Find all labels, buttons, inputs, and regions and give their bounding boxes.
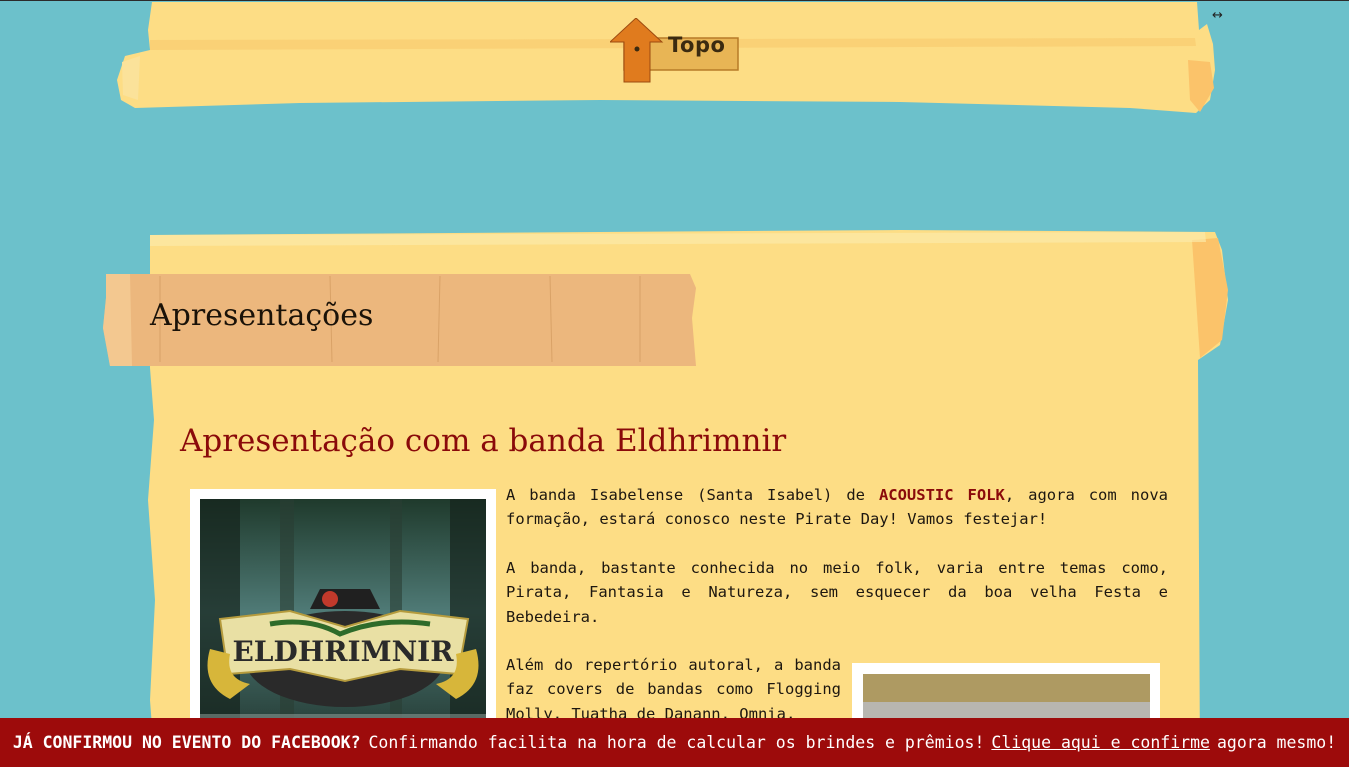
post-title[interactable]: Apresentação com a banda Eldhrimnir bbox=[180, 423, 786, 459]
notice-text: Confirmando facilita na hora de calcular… bbox=[368, 733, 985, 752]
poster-band-logo-text: ELDHRIMNIR bbox=[232, 635, 454, 668]
topo-label[interactable]: Topo bbox=[668, 33, 725, 57]
confirm-link[interactable]: Clique aqui e confirme bbox=[991, 733, 1210, 752]
paragraph-intro: A banda Isabelense (Santa Isabel) de ACO… bbox=[506, 486, 1168, 529]
band-poster-image[interactable]: ELDHRIMNIR bbox=[200, 499, 486, 749]
expand-arrows-icon[interactable]: ↔ bbox=[1212, 8, 1223, 23]
paragraph-repertoire: Além do repertório autoral, a banda faz … bbox=[506, 656, 841, 723]
paragraph-themes: A banda, bastante conhecida no meio folk… bbox=[506, 559, 1168, 626]
facebook-notice-bar: JÁ CONFIRMOU NO EVENTO DO FACEBOOK? Conf… bbox=[0, 718, 1349, 767]
genre-highlight: ACOUSTIC FOLK bbox=[878, 486, 1005, 504]
notice-question: JÁ CONFIRMOU NO EVENTO DO FACEBOOK? bbox=[12, 733, 361, 752]
notice-text-end: agora mesmo! bbox=[1216, 733, 1337, 752]
section-title: Apresentações bbox=[150, 298, 374, 333]
